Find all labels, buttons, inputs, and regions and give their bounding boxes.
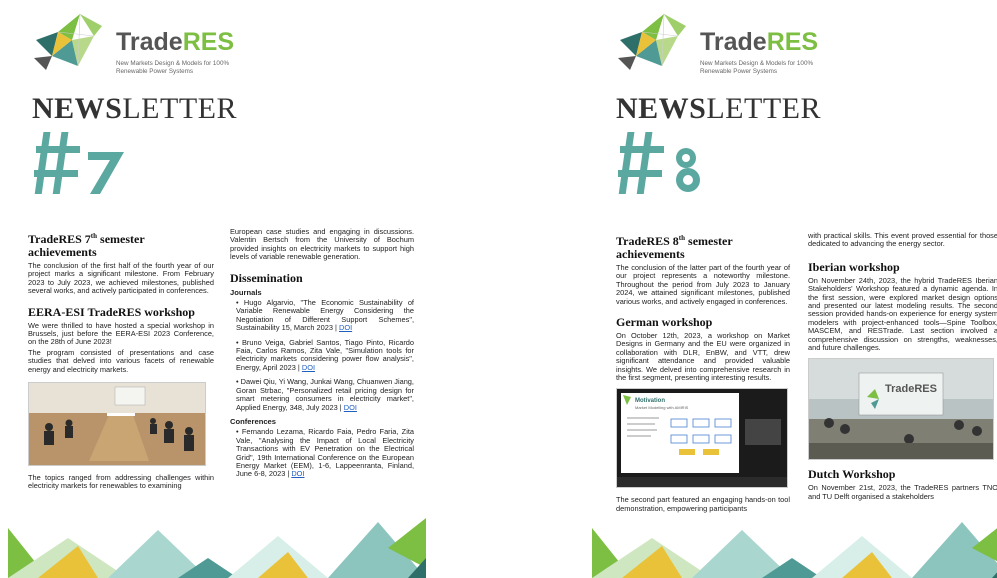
footer-triangles: [8, 518, 426, 578]
iberian-workshop-title: Iberian workshop: [808, 259, 900, 274]
workshop-photo: [28, 382, 206, 467]
traderes-logo-icon: [618, 13, 686, 70]
traderes-logo-icon: [34, 13, 102, 70]
dissemination-title: Dissemination: [230, 270, 303, 285]
journals-label: Journals: [230, 287, 262, 297]
screen-logo-text: TradeRES: [885, 383, 937, 396]
newsletter-page-7: TradeRES New Markets Design & Models for…: [8, 0, 426, 578]
brand-name: TradeRES: [116, 28, 235, 56]
workshop-text-1: We were thrilled to have hosted a specia…: [28, 320, 214, 347]
semester-title: TradeRES 7th semester achievements: [28, 232, 145, 259]
column-left: TradeRES 8th semester achievements The c…: [616, 232, 790, 515]
newsletter-heading: NEWSLETTER: [616, 92, 821, 125]
footer-triangles: [592, 522, 997, 578]
iberian-workshop-text: On November 24th, 2023, the hybrid Trade…: [808, 275, 997, 353]
brand-tagline: New Markets Design & Models for 100% Ren…: [116, 60, 230, 75]
column-right: European case studies and engaging in di…: [230, 227, 414, 485]
doi-link[interactable]: DOI: [291, 469, 304, 478]
issue-number-8-graphic: [618, 132, 700, 194]
zoom-toolbar: [617, 477, 787, 488]
presentation-slide: Motivation Market Modelling with AMIRIS: [621, 393, 739, 474]
intro-text: The conclusion of the latter part of the…: [616, 263, 790, 306]
doi-link[interactable]: DOI: [344, 403, 357, 412]
workshop-text-3: The topics ranged from addressing challe…: [28, 473, 214, 491]
participant-video: [745, 419, 781, 446]
dutch-workshop-title: Dutch Workshop: [808, 467, 896, 482]
traderes-logo: TradeRES New Markets Design & Models for…: [32, 10, 235, 80]
journal-ref: • Bruno Veiga, Gabriel Santos, Tiago Pin…: [236, 337, 414, 372]
workshop-text-2: The program consisted of presentations a…: [28, 347, 214, 374]
newsletter-heading: NEWSLETTER: [32, 92, 237, 125]
journal-ref: • Dawei Qiu, Yi Wang, Junkai Wang, Chuan…: [236, 377, 414, 412]
intro-text: The conclusion of the first half of the …: [28, 261, 214, 296]
traderes-logo: TradeRES New Markets Design & Models for…: [616, 10, 819, 80]
iberian-workshop-photo: TradeRES: [808, 358, 994, 461]
workshop-title: EERA-ESI TradeRES workshop: [28, 304, 195, 319]
german-workshop-title: German workshop: [616, 315, 713, 330]
doi-link[interactable]: DOI: [302, 363, 315, 372]
conference-ref: • Fernando Lezama, Ricardo Faia, Pedro F…: [236, 427, 414, 479]
brand-tagline: New Markets Design & Models for 100% Ren…: [700, 60, 814, 75]
issue-number-7-graphic: [34, 132, 124, 194]
german-workshop-text-1: On October 12th, 2023, a workshop on Mar…: [616, 331, 790, 383]
column-left: TradeRES 7th semester achievements The c…: [28, 230, 214, 493]
newsletter-page-8: TradeRES New Markets Design & Models for…: [592, 0, 997, 578]
col2-text: with practical skills. This event proved…: [808, 231, 997, 249]
brand-name: TradeRES: [700, 28, 819, 56]
journal-ref: • Hugo Algarvio, "The Economic Sustainab…: [236, 298, 414, 333]
semester-title: TradeRES 8th semester achievements: [616, 234, 733, 261]
doi-link[interactable]: DOI: [339, 323, 352, 332]
zoom-screenshot: Motivation Market Modelling with AMIRIS: [616, 388, 788, 489]
conferences-label: Conferences: [230, 416, 277, 426]
col2-text: European case studies and engaging in di…: [230, 227, 414, 262]
column-right: with practical skills. This event proved…: [808, 231, 997, 503]
dutch-workshop-text: On November 21st, 2023, the TradeRES par…: [808, 483, 997, 501]
